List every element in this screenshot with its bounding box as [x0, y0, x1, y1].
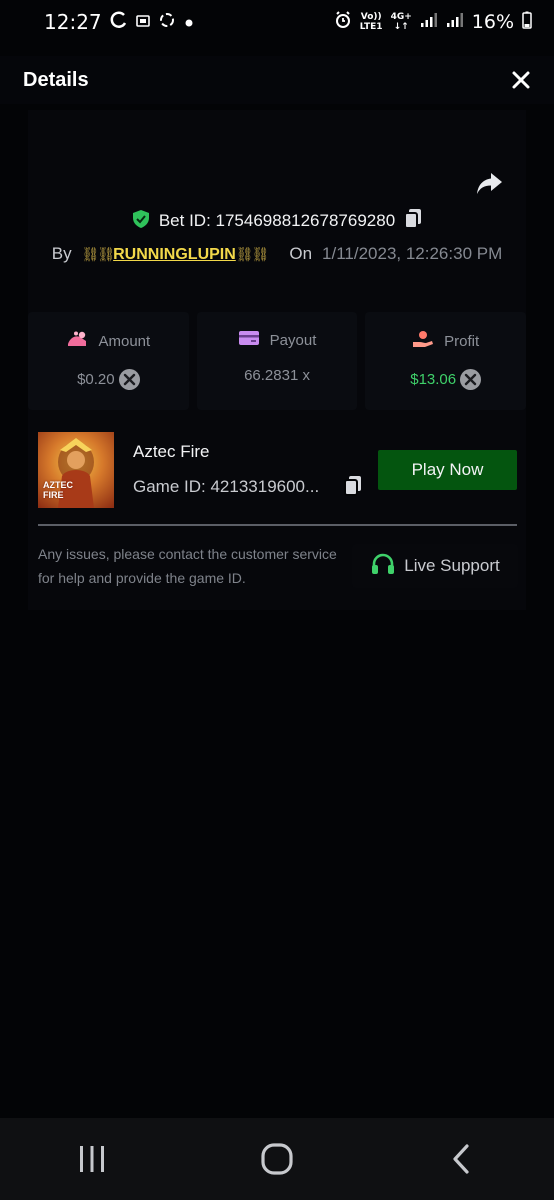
game-thumb-label: AZTEC FIRE [43, 480, 73, 500]
home-button[interactable] [247, 1129, 307, 1189]
card-icon [238, 330, 260, 350]
coin-icon [118, 369, 140, 390]
battery-percent: 16% [471, 11, 514, 33]
game-thumb-line1: AZTEC [43, 480, 73, 490]
amount-label: Amount [98, 332, 151, 350]
live-support-label: Live Support [404, 556, 500, 575]
amount-value-row: $0.20 [77, 369, 140, 390]
data-arrows-icon: ↓↑ [393, 22, 409, 32]
status-bar: 12:27 Vo)) LTE1 4G+ ↓↑ 16% [0, 0, 554, 44]
volte-label: Vo)) [360, 12, 382, 22]
on-label: On [289, 244, 313, 263]
copy-game-id-button[interactable] [343, 475, 363, 502]
status-time: 12:27 [44, 10, 102, 34]
refresh-icon [110, 11, 128, 33]
amount-card: Amount $0.20 [28, 312, 189, 410]
play-now-button[interactable]: Play Now [378, 450, 517, 490]
bet-id-text: Bet ID: 1754698812678769280 [158, 211, 396, 230]
share-icon [477, 173, 502, 194]
divider [38, 524, 517, 526]
data-indicator: 4G+ ↓↑ [391, 12, 412, 32]
profit-header: Profit [412, 330, 479, 352]
notification-icon [135, 13, 150, 32]
home-icon [261, 1143, 293, 1175]
system-nav-bar [0, 1118, 554, 1200]
dot-icon [184, 13, 194, 32]
profit-card: Profit $13.06 [365, 312, 527, 410]
support-message: Any issues, please contact the customer … [38, 546, 337, 586]
share-button[interactable] [474, 168, 504, 198]
page-title: Details [23, 68, 89, 91]
bet-stats: Amount $0.20 Payout 66.2831 x Profit $13… [28, 312, 527, 410]
game-id: Game ID: 4213319600... [133, 477, 320, 496]
game-thumbnail[interactable]: AZTEC FIRE [38, 432, 114, 508]
profit-value: $13.06 [410, 371, 457, 388]
copy-icon [404, 208, 422, 229]
payout-card: Payout 66.2831 x [196, 312, 358, 410]
sync-icon [158, 11, 176, 33]
chain-icon: ⛓⛓ [235, 246, 270, 262]
bet-meta-row: By ⛓⛓RUNNINGLUPIN⛓⛓ On 1/11/2023, 12:26:… [0, 240, 554, 268]
volte-indicator: Vo)) LTE1 [360, 12, 383, 32]
battery-icon [522, 11, 532, 33]
close-icon [512, 71, 530, 89]
payout-label: Payout [269, 331, 317, 349]
back-button[interactable] [432, 1129, 492, 1189]
signal-2-icon [446, 12, 464, 32]
chain-icon: ⛓⛓ [81, 246, 116, 262]
signal-icon [420, 12, 438, 32]
amount-header: Amount [66, 330, 150, 352]
bet-date: 1/11/2023, 12:26:30 PM [322, 244, 503, 263]
profit-value-row: $13.06 [410, 369, 482, 390]
recent-apps-icon [80, 1146, 105, 1172]
username-link[interactable]: RUNNINGLUPIN [113, 246, 236, 263]
username-wrapper: ⛓⛓RUNNINGLUPIN⛓⛓ [81, 244, 270, 264]
amount-value: $0.20 [77, 371, 115, 388]
status-right: Vo)) LTE1 4G+ ↓↑ 16% [334, 11, 532, 33]
copy-bet-id-button[interactable] [403, 208, 423, 235]
status-left: 12:27 [44, 10, 194, 34]
by-label: By [51, 244, 72, 263]
alarm-icon [334, 11, 352, 33]
coins-icon [66, 330, 88, 352]
payout-value-row: 66.2831 x [244, 367, 310, 384]
coin-icon [460, 369, 482, 390]
close-button[interactable] [508, 67, 534, 93]
payout-header: Payout [238, 330, 317, 350]
game-thumb-line2: FIRE [43, 490, 64, 500]
game-title: Aztec Fire [133, 442, 210, 461]
hand-coin-icon [412, 330, 434, 352]
copy-icon [344, 476, 361, 496]
recent-apps-button[interactable] [62, 1129, 122, 1189]
live-support-button[interactable]: Live Support [352, 544, 518, 588]
shield-check-icon [131, 209, 151, 234]
bet-id-row: Bet ID: 1754698812678769280 [0, 206, 554, 236]
game-row: AZTEC FIRE Aztec Fire Game ID: 421331960… [38, 432, 518, 508]
details-header: Details [0, 56, 554, 104]
payout-value: 66.2831 x [244, 367, 310, 384]
headset-icon [370, 552, 396, 581]
lte-label: LTE1 [359, 22, 383, 32]
data-type-label: 4G+ [390, 12, 412, 22]
profit-label: Profit [444, 332, 480, 350]
back-icon [453, 1144, 469, 1174]
